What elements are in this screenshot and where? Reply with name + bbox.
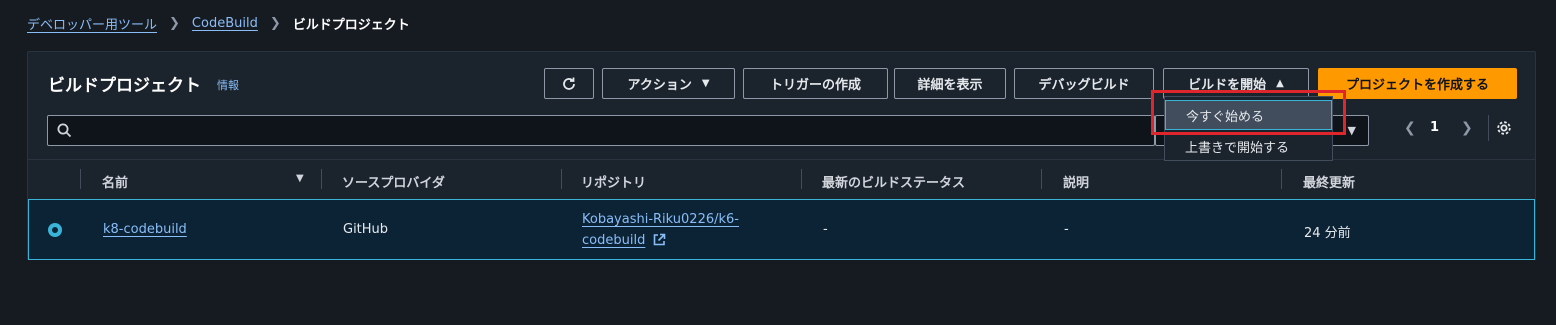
- start-build-menu: 今すぐ始める 上書きで開始する: [1164, 96, 1333, 161]
- project-name-link[interactable]: k8-codebuild: [103, 222, 187, 237]
- chevron-right-icon: ❯: [269, 16, 281, 31]
- column-divider: [561, 169, 562, 189]
- info-link[interactable]: 情報: [217, 77, 239, 93]
- search-input[interactable]: [78, 118, 1142, 145]
- search-icon: [57, 123, 72, 138]
- debug-build-button[interactable]: デバッグビルド: [1014, 68, 1154, 99]
- breadcrumb-developer-tools[interactable]: デベロッパー用ツール: [27, 14, 157, 33]
- column-latest-status[interactable]: 最新のビルドステータス: [822, 172, 965, 191]
- column-name[interactable]: 名前: [102, 172, 128, 191]
- actions-button[interactable]: アクション ▼: [602, 68, 735, 99]
- search-box: [47, 115, 1155, 146]
- caret-down-icon: ▼: [1347, 124, 1356, 137]
- column-divider: [80, 169, 81, 189]
- divider: [1488, 115, 1489, 141]
- view-details-button[interactable]: 詳細を表示: [894, 68, 1006, 99]
- debug-build-label: デバッグビルド: [1038, 78, 1130, 93]
- repository-link-line2[interactable]: codebuild: [582, 233, 645, 248]
- create-project-button[interactable]: プロジェクトを作成する: [1318, 68, 1517, 99]
- last-modified: 24 分前: [1304, 226, 1351, 241]
- menu-item-start-with-overrides[interactable]: 上書きで開始する: [1165, 131, 1332, 161]
- create-trigger-button[interactable]: トリガーの作成: [743, 68, 888, 99]
- refresh-button[interactable]: [544, 68, 594, 99]
- caret-up-icon: ▲: [1276, 78, 1284, 89]
- create-project-label: プロジェクトを作成する: [1345, 78, 1489, 93]
- column-source[interactable]: ソースプロバイダ: [342, 172, 445, 191]
- breadcrumb-codebuild[interactable]: CodeBuild: [192, 16, 258, 31]
- column-repository[interactable]: リポジトリ: [581, 172, 646, 191]
- sort-down-icon[interactable]: ▼: [296, 173, 304, 184]
- chevron-right-icon[interactable]: ❯: [1461, 120, 1473, 136]
- table-header: 名前 ▼ ソースプロバイダ リポジトリ 最新のビルドステータス 説明 最終更新: [28, 159, 1535, 200]
- row-radio-selected[interactable]: [48, 223, 62, 237]
- column-divider: [321, 169, 322, 189]
- page-number[interactable]: 1: [1430, 120, 1439, 135]
- latest-build-status: -: [823, 222, 828, 237]
- repository-link-line1[interactable]: Kobayashi-Riku0226/k6-: [582, 212, 739, 227]
- actions-label: アクション: [627, 78, 692, 93]
- column-divider: [1041, 169, 1042, 189]
- start-build-label: ビルドを開始: [1188, 78, 1267, 93]
- external-link-icon: [654, 233, 666, 246]
- repository-link[interactable]: Kobayashi-Riku0226/k6- codebuild: [582, 209, 762, 251]
- column-divider: [801, 169, 802, 189]
- description: -: [1064, 222, 1069, 237]
- start-build-button[interactable]: ビルドを開始 ▲: [1163, 68, 1309, 99]
- breadcrumb-current: ビルドプロジェクト: [292, 18, 410, 33]
- column-divider: [1281, 169, 1282, 189]
- column-last-modified[interactable]: 最終更新: [1303, 172, 1355, 191]
- page-title: ビルドプロジェクト: [48, 76, 201, 96]
- chevron-right-icon: ❯: [169, 16, 180, 31]
- table-row[interactable]: k8-codebuild GitHub Kobayashi-Riku0226/k…: [28, 199, 1535, 260]
- breadcrumb: デベロッパー用ツール ❯ CodeBuild ❯ ビルドプロジェクト: [27, 14, 410, 33]
- view-details-label: 詳細を表示: [917, 78, 983, 93]
- column-description[interactable]: 説明: [1063, 172, 1089, 191]
- gear-icon[interactable]: [1495, 119, 1513, 137]
- refresh-icon: [563, 77, 575, 90]
- menu-item-start-now[interactable]: 今すぐ始める: [1165, 100, 1332, 130]
- caret-down-icon: ▼: [701, 78, 710, 89]
- create-trigger-label: トリガーの作成: [769, 78, 861, 93]
- source-provider: GitHub: [343, 222, 389, 237]
- chevron-left-icon[interactable]: ❮: [1404, 120, 1416, 136]
